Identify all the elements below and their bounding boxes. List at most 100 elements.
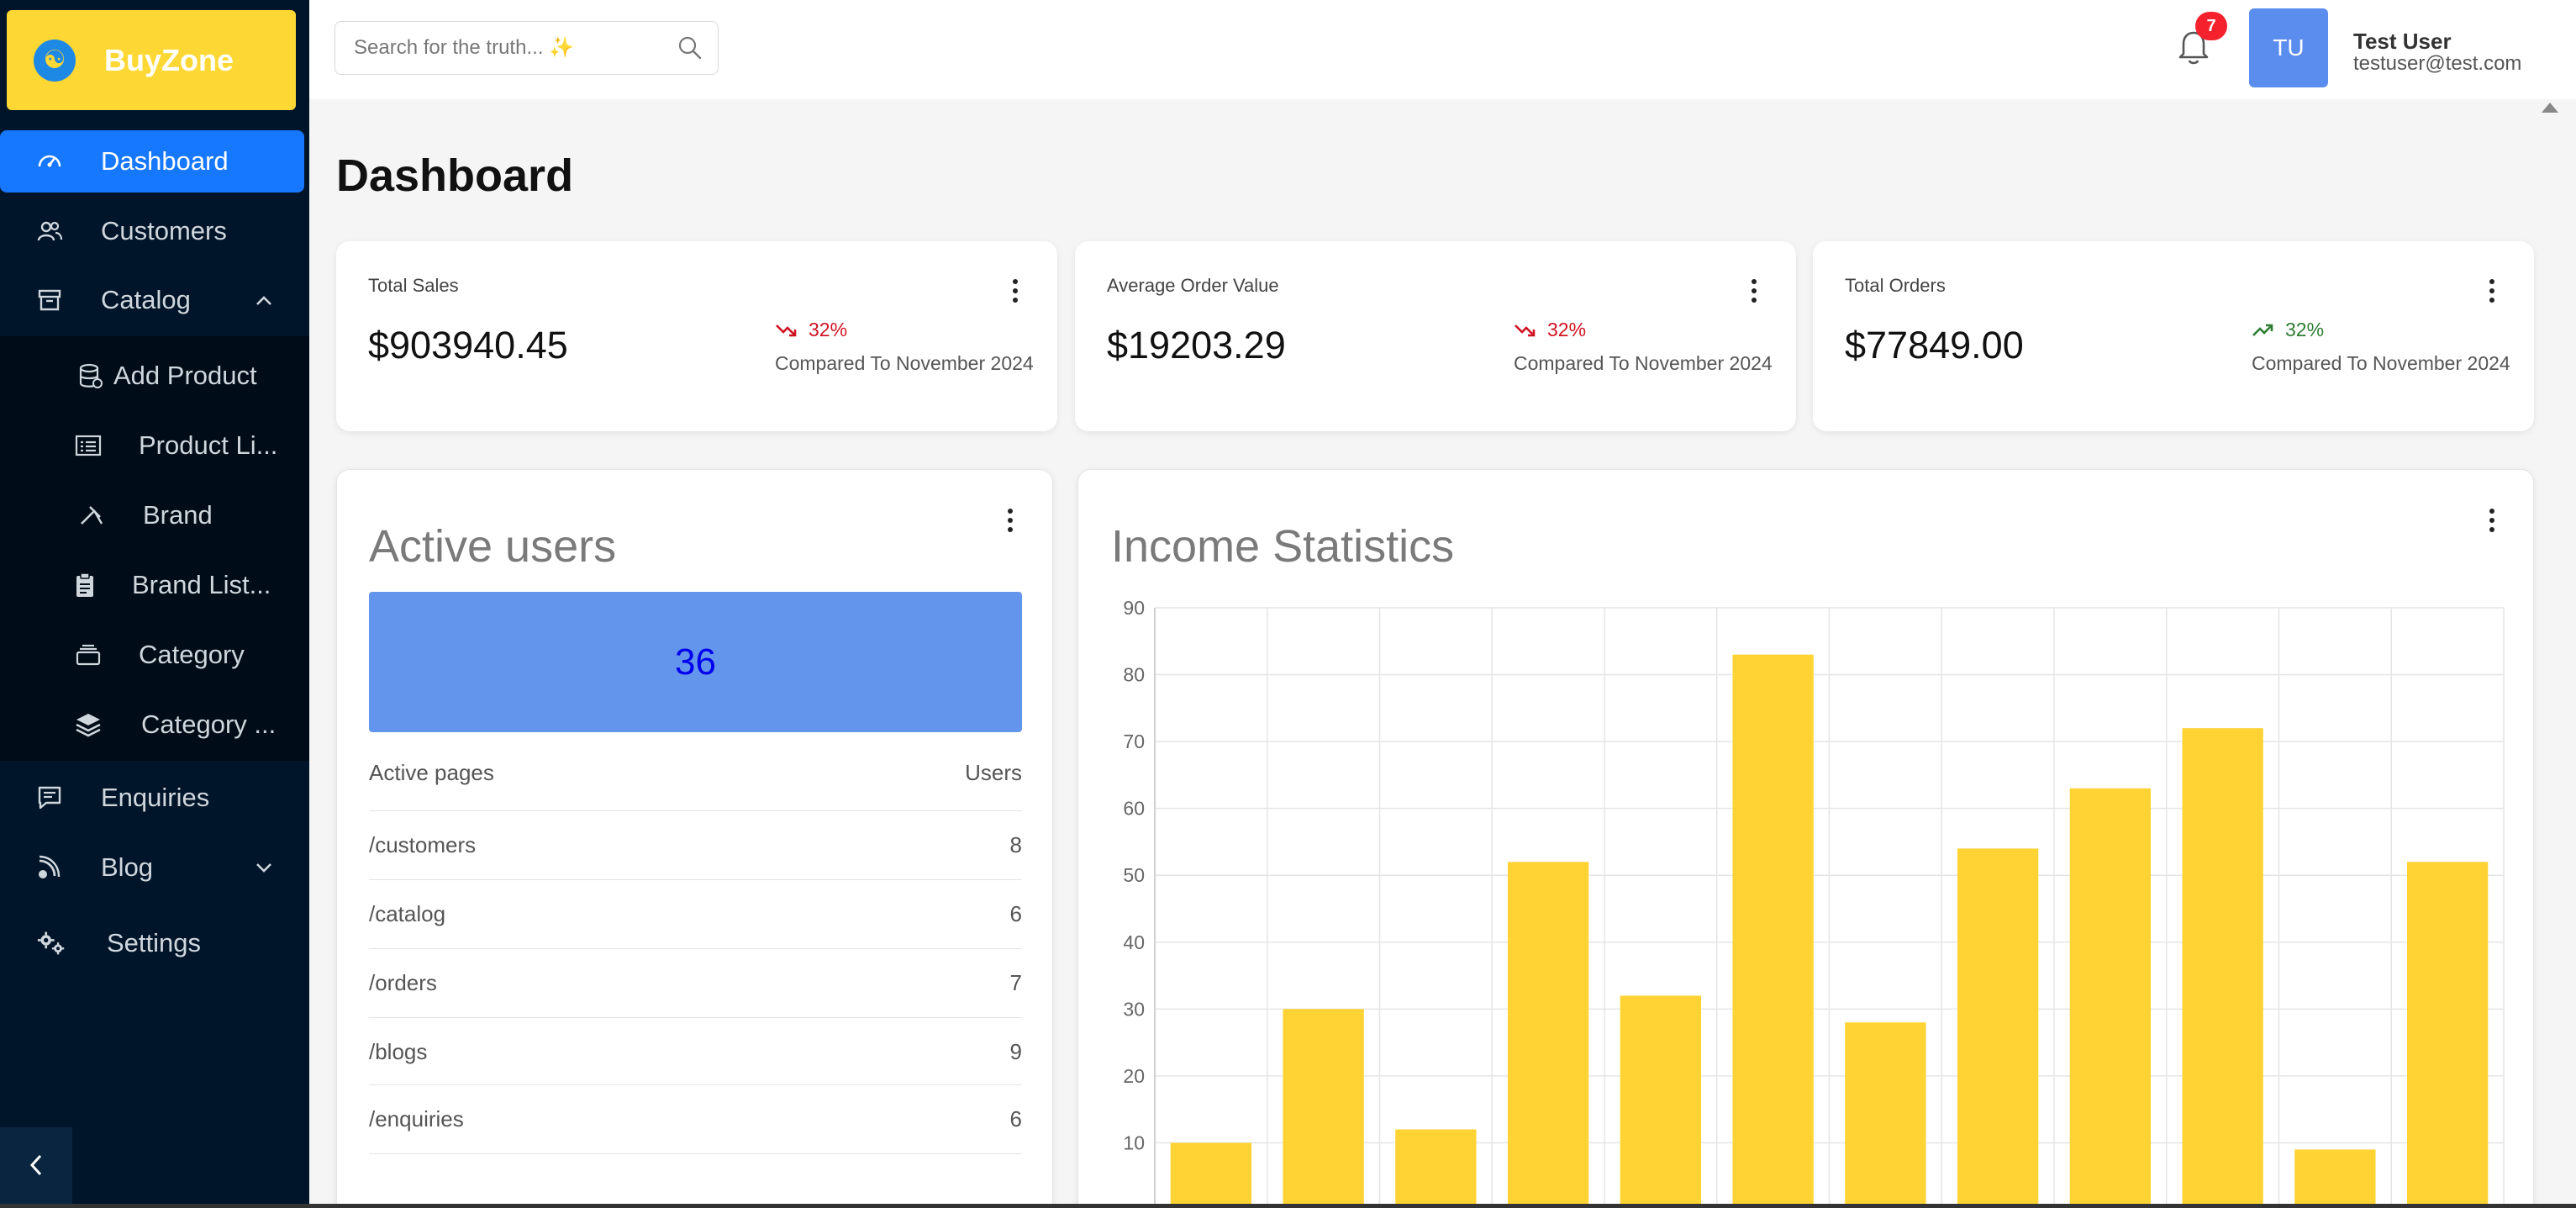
chart-bar[interactable] bbox=[1845, 1022, 1926, 1208]
search-icon[interactable] bbox=[677, 35, 703, 61]
sidebar-item-label: Dashboard bbox=[101, 146, 229, 176]
y-tick-label: 10 bbox=[1123, 1132, 1145, 1153]
sidebar-item-category-list[interactable]: Category ... bbox=[0, 694, 304, 756]
dashboard-icon bbox=[35, 147, 64, 176]
sidebar-item-brand[interactable]: Brand bbox=[0, 484, 304, 546]
more-options-icon[interactable] bbox=[2488, 279, 2496, 303]
chart-bar[interactable] bbox=[2069, 788, 2152, 1208]
chart-bar[interactable] bbox=[1957, 848, 2039, 1208]
page-path: /catalog bbox=[369, 901, 446, 926]
chart-bar[interactable] bbox=[1395, 1129, 1477, 1208]
page-path: /customers bbox=[369, 832, 477, 857]
sidebar-item-settings[interactable]: Settings bbox=[0, 912, 304, 974]
page-path: /blogs bbox=[369, 1039, 428, 1064]
avatar[interactable]: TU bbox=[2249, 8, 2328, 87]
sidebar-item-product-list[interactable]: Product Li... bbox=[0, 414, 304, 477]
stack-icon bbox=[74, 710, 103, 739]
sidebar-item-label: Product Li... bbox=[139, 430, 278, 460]
stat-title: Average Order Value bbox=[1107, 275, 1279, 296]
stat-value: $903940.45 bbox=[368, 324, 568, 367]
sidebar-item-label: Catalog bbox=[101, 285, 191, 314]
top-header: 7 TU Test User testuser@test.com bbox=[309, 0, 2576, 99]
stat-value: $77849.00 bbox=[1845, 324, 2024, 367]
sidebar-item-add-product[interactable]: Add Product bbox=[0, 345, 304, 407]
message-icon bbox=[35, 783, 64, 812]
y-tick-label: 80 bbox=[1123, 664, 1145, 686]
sidebar-item-dashboard[interactable]: Dashboard bbox=[0, 130, 304, 193]
sidebar-item-category[interactable]: Category bbox=[0, 624, 304, 686]
user-name: Test User bbox=[2353, 29, 2452, 54]
chart-bar[interactable] bbox=[1732, 654, 1814, 1208]
more-options-icon[interactable] bbox=[1006, 509, 1014, 532]
chart-bar[interactable] bbox=[2182, 728, 2263, 1208]
trend-up-icon bbox=[2252, 321, 2275, 340]
notification-badge: 7 bbox=[2195, 12, 2227, 40]
table-divider bbox=[369, 1153, 1022, 1154]
sidebar-item-blog[interactable]: Blog bbox=[0, 836, 304, 899]
active-pages-header: Active pages Users bbox=[369, 760, 1022, 786]
stat-card-average-order-value: Average Order Value $19203.29 32% Compar… bbox=[1075, 241, 1796, 431]
y-tick-label: 60 bbox=[1123, 798, 1145, 820]
sidebar-item-brand-list[interactable]: Brand List... bbox=[0, 554, 304, 616]
column-header: Users bbox=[965, 760, 1022, 785]
sidebar-collapse-button[interactable] bbox=[0, 1127, 72, 1208]
active-users-count: 36 bbox=[369, 592, 1022, 732]
chart-bar[interactable] bbox=[1507, 862, 1589, 1208]
brand-icon bbox=[77, 501, 106, 530]
table-row: /enquiries 6 bbox=[369, 1084, 1022, 1153]
y-tick-label: 90 bbox=[1123, 597, 1145, 619]
y-tick-label: 40 bbox=[1123, 931, 1145, 953]
stat-trend: 32% bbox=[775, 319, 847, 341]
sidebar-item-label: Customers bbox=[101, 216, 227, 245]
stat-trend-value: 32% bbox=[1547, 319, 1587, 340]
chevron-up-icon bbox=[255, 289, 272, 311]
chart-bar[interactable] bbox=[2406, 862, 2489, 1208]
y-tick-label: 30 bbox=[1123, 998, 1145, 1020]
table-row: /customers 8 bbox=[369, 810, 1022, 879]
database-icon bbox=[76, 361, 104, 390]
sidebar-item-label: Enquiries bbox=[101, 783, 210, 812]
stat-value: $19203.29 bbox=[1107, 324, 1286, 367]
stat-compare: Compared To November 2024 bbox=[775, 352, 1034, 374]
stat-title: Total Orders bbox=[1845, 275, 1946, 296]
income-bar-chart: 10 20 30 40 50 60 70 80 90 bbox=[1123, 597, 2505, 1208]
chart-bar[interactable] bbox=[2294, 1149, 2376, 1208]
search-box bbox=[335, 21, 719, 75]
stat-card-total-sales: Total Sales $903940.45 32% Compared To N… bbox=[336, 241, 1057, 431]
sidebar-item-label: Settings bbox=[107, 928, 202, 957]
archive-icon bbox=[35, 286, 64, 314]
table-row: /blogs 9 bbox=[369, 1017, 1022, 1086]
column-header: Active pages bbox=[369, 760, 494, 785]
user-email: testuser@test.com bbox=[2353, 52, 2522, 75]
clipboard-icon bbox=[71, 571, 99, 599]
sidebar-item-label: Add Product bbox=[113, 361, 257, 390]
table-row: /catalog 6 bbox=[369, 879, 1022, 948]
chart-bar[interactable] bbox=[1283, 1009, 1364, 1208]
y-tick-label: 50 bbox=[1123, 864, 1145, 886]
chart-bar[interactable] bbox=[1170, 1142, 1252, 1208]
more-options-icon[interactable] bbox=[1750, 279, 1758, 303]
page-path: /enquiries bbox=[369, 1106, 464, 1132]
sidebar-item-label: Brand List... bbox=[132, 570, 271, 599]
stat-trend: 32% bbox=[2252, 319, 2324, 341]
stat-compare: Compared To November 2024 bbox=[1514, 352, 1773, 374]
page-users: 7 bbox=[1009, 970, 1022, 995]
search-input[interactable] bbox=[335, 22, 663, 74]
page-users: 9 bbox=[1009, 1039, 1022, 1064]
stat-card-total-orders: Total Orders $77849.00 32% Compared To N… bbox=[1813, 241, 2534, 431]
stat-title: Total Sales bbox=[368, 275, 459, 296]
sidebar-item-label: Blog bbox=[101, 852, 154, 882]
more-options-icon[interactable] bbox=[1011, 279, 1019, 303]
stat-compare: Compared To November 2024 bbox=[2252, 352, 2510, 374]
layers-icon bbox=[74, 641, 103, 669]
brand-logo[interactable]: ☯ BuyZone bbox=[7, 10, 296, 110]
sidebar-item-customers[interactable]: Customers bbox=[0, 200, 304, 262]
sidebar-item-enquiries[interactable]: Enquiries bbox=[0, 767, 304, 829]
stat-trend-value: 32% bbox=[2285, 319, 2325, 340]
chart-bar[interactable] bbox=[1620, 995, 1702, 1208]
table-row: /orders 7 bbox=[369, 948, 1022, 1017]
brand-name: BuyZone bbox=[104, 42, 234, 77]
sidebar-item-label: Brand bbox=[143, 500, 213, 530]
sidebar-item-catalog[interactable]: Catalog bbox=[0, 269, 304, 331]
scrollbar-up-arrow[interactable] bbox=[2542, 103, 2558, 113]
